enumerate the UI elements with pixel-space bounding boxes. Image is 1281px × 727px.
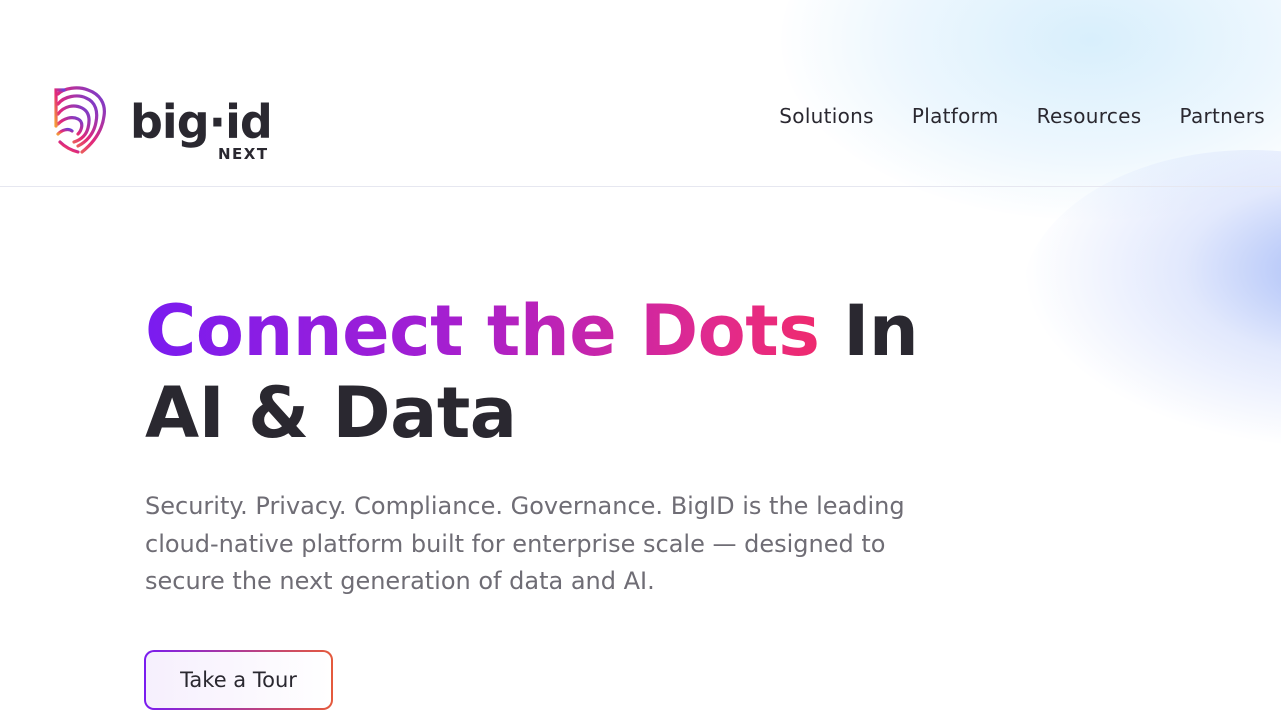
hero-subtitle: Security. Privacy. Compliance. Governanc… <box>145 492 905 595</box>
fingerprint-icon <box>54 86 106 154</box>
headline-rest: In <box>819 290 919 372</box>
hero-headline: Connect the Dots In AI & Data <box>145 290 965 454</box>
logo-wordmark: big·id <box>130 95 272 149</box>
headline-highlight: Connect the Dots <box>145 290 820 372</box>
site-header: big·id NEXT Solutions Platform Resources… <box>0 0 1281 187</box>
bigid-logo[interactable]: big·id NEXT <box>54 86 286 166</box>
nav-item-platform[interactable]: Platform <box>912 104 999 128</box>
logo-subtitle: NEXT <box>218 145 269 163</box>
nav-item-resources[interactable]: Resources <box>1037 104 1142 128</box>
main-nav: Solutions Platform Resources Partners <box>779 104 1265 128</box>
headline-line-2: AI & Data <box>145 372 517 454</box>
take-a-tour-button[interactable]: Take a Tour <box>144 650 333 710</box>
nav-item-partners[interactable]: Partners <box>1179 104 1265 128</box>
take-a-tour-label: Take a Tour <box>146 652 331 708</box>
nav-item-solutions[interactable]: Solutions <box>779 104 874 128</box>
page: big·id NEXT Solutions Platform Resources… <box>0 0 1281 727</box>
